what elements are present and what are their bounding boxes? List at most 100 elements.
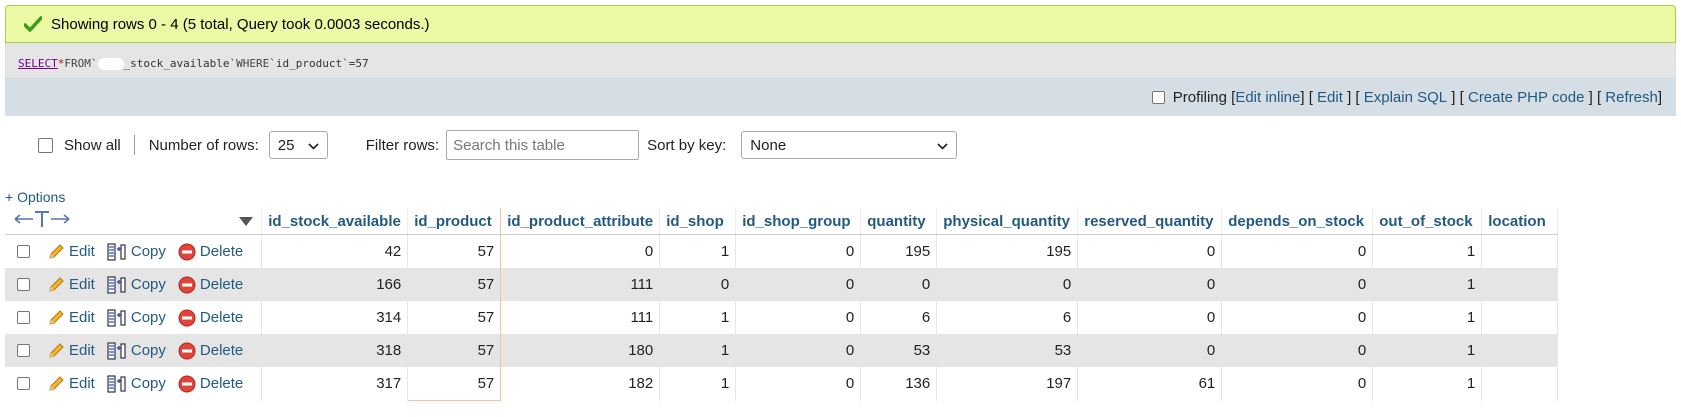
cell-physical-quantity[interactable]: 197 [936,367,1079,401]
table-row[interactable]: Edit Copy Delete 317 57 182 1 0 136 197 61 0 1 [5,367,1559,401]
delete-row-button[interactable]: Delete [178,342,243,360]
row-checkbox[interactable] [17,344,30,357]
cell-id-product[interactable]: 57 [407,234,502,268]
column-header-id-product-attribute[interactable]: id_product_attribute [500,208,661,235]
show-all-checkbox[interactable] [38,137,53,153]
cell-reserved-quantity[interactable]: 61 [1077,367,1223,401]
cell-id-shop-group[interactable]: 0 [735,334,862,367]
sql-select-keyword[interactable]: SELECT [18,57,58,70]
cell-id-product[interactable]: 57 [407,301,502,334]
copy-row-button[interactable]: Copy [107,308,166,327]
edit-row-button[interactable]: Edit [47,309,95,327]
cell-id-product[interactable]: 57 [407,367,502,401]
filter-rows-input[interactable]: Search this table [446,130,640,160]
profiling-checkbox[interactable] [1151,90,1165,104]
column-header-out-of-stock[interactable]: out_of_stock [1372,208,1483,235]
delete-row-button[interactable]: Delete [178,276,243,294]
table-row[interactable]: Edit Copy Delete 166 57 111 0 0 0 0 0 0 1 [5,268,1559,301]
cell-reserved-quantity[interactable]: 0 [1077,268,1223,301]
cell-id-shop[interactable]: 0 [659,268,737,301]
row-checkbox[interactable] [17,311,30,324]
cell-location[interactable] [1481,301,1559,334]
edit-row-button[interactable]: Edit [47,342,95,360]
cell-reserved-quantity[interactable]: 0 [1077,334,1223,367]
explain-sql-link[interactable]: Explain SQL [1364,89,1447,106]
cell-id-shop[interactable]: 1 [659,334,737,367]
cell-location[interactable] [1481,234,1559,268]
cell-quantity[interactable]: 6 [860,301,938,334]
cell-out-of-stock[interactable]: 1 [1372,234,1483,268]
cell-id-product-attribute[interactable]: 180 [500,334,661,367]
cell-location[interactable] [1481,334,1559,367]
column-resize-icon[interactable] [13,210,71,232]
cell-id-product[interactable]: 57 [407,268,502,301]
cell-physical-quantity[interactable]: 53 [936,334,1079,367]
copy-row-button[interactable]: Copy [107,375,166,393]
cell-quantity[interactable]: 53 [860,334,938,367]
cell-out-of-stock[interactable]: 1 [1372,268,1483,301]
column-visibility-dropdown-icon[interactable] [239,213,254,230]
options-link[interactable]: + Options [5,189,65,205]
rows-per-page-select[interactable]: 25 [268,131,328,159]
cell-id-shop-group[interactable]: 0 [735,268,862,301]
cell-depends-on-stock[interactable]: 0 [1221,334,1374,367]
cell-quantity[interactable]: 0 [860,268,938,301]
cell-quantity[interactable]: 195 [860,234,938,268]
cell-physical-quantity[interactable]: 195 [936,234,1079,268]
table-row[interactable]: Edit Copy Delete 318 57 180 1 0 53 53 0 0 1 [5,334,1559,367]
cell-id-product-attribute[interactable]: 182 [500,367,661,401]
cell-id-stock-available[interactable]: 42 [261,234,409,268]
cell-out-of-stock[interactable]: 1 [1372,367,1483,401]
cell-physical-quantity[interactable]: 6 [936,301,1079,334]
cell-id-stock-available[interactable]: 166 [261,268,409,301]
delete-row-button[interactable]: Delete [178,243,243,261]
cell-depends-on-stock[interactable]: 0 [1221,268,1374,301]
cell-id-shop-group[interactable]: 0 [735,234,862,268]
cell-id-product-attribute[interactable]: 0 [500,234,661,268]
column-header-quantity[interactable]: quantity [860,208,938,235]
create-php-code-link[interactable]: Create PHP code [1468,89,1584,106]
column-header-reserved-quantity[interactable]: reserved_quantity [1077,208,1223,235]
cell-id-product-attribute[interactable]: 111 [500,301,661,334]
sort-by-key-select[interactable]: None [741,131,958,159]
delete-row-button[interactable]: Delete [178,309,243,327]
column-header-physical-quantity[interactable]: physical_quantity [936,208,1079,235]
cell-id-shop[interactable]: 1 [659,234,737,268]
edit-row-button[interactable]: Edit [47,276,95,294]
cell-depends-on-stock[interactable]: 0 [1221,367,1374,401]
edit-row-button[interactable]: Edit [47,375,95,393]
column-header-id-stock-available[interactable]: id_stock_available [261,208,409,235]
column-header-id-product[interactable]: id_product [407,208,502,235]
delete-row-button[interactable]: Delete [178,375,243,393]
cell-out-of-stock[interactable]: 1 [1372,301,1483,334]
cell-reserved-quantity[interactable]: 0 [1077,234,1223,268]
cell-id-product[interactable]: 57 [407,334,502,367]
cell-depends-on-stock[interactable]: 0 [1221,301,1374,334]
edit-query-link[interactable]: Edit [1317,89,1343,106]
column-header-location[interactable]: location [1481,208,1559,235]
cell-quantity[interactable]: 136 [860,367,938,401]
cell-id-stock-available[interactable]: 314 [261,301,409,334]
cell-out-of-stock[interactable]: 1 [1372,334,1483,367]
cell-id-shop[interactable]: 1 [659,301,737,334]
cell-id-shop-group[interactable]: 0 [735,367,862,401]
copy-row-button[interactable]: Copy [107,275,166,294]
copy-row-button[interactable]: Copy [107,242,166,261]
cell-id-stock-available[interactable]: 317 [261,367,409,401]
row-checkbox[interactable] [17,377,30,391]
refresh-link[interactable]: Refresh [1605,89,1658,106]
cell-id-product-attribute[interactable]: 111 [500,268,661,301]
cell-depends-on-stock[interactable]: 0 [1221,234,1374,268]
row-checkbox[interactable] [17,278,30,291]
row-checkbox[interactable] [17,245,30,258]
cell-id-stock-available[interactable]: 318 [261,334,409,367]
cell-reserved-quantity[interactable]: 0 [1077,301,1223,334]
edit-row-button[interactable]: Edit [47,243,95,261]
table-row[interactable]: Edit Copy Delete 42 57 0 1 0 195 195 0 0 1 [5,234,1559,268]
cell-location[interactable] [1481,367,1559,401]
column-header-id-shop[interactable]: id_shop [659,208,737,235]
column-header-depends-on-stock[interactable]: depends_on_stock [1221,208,1374,235]
table-row[interactable]: Edit Copy Delete 314 57 111 1 0 6 6 0 0 1 [5,301,1559,334]
cell-physical-quantity[interactable]: 0 [936,268,1079,301]
cell-location[interactable] [1481,268,1559,301]
